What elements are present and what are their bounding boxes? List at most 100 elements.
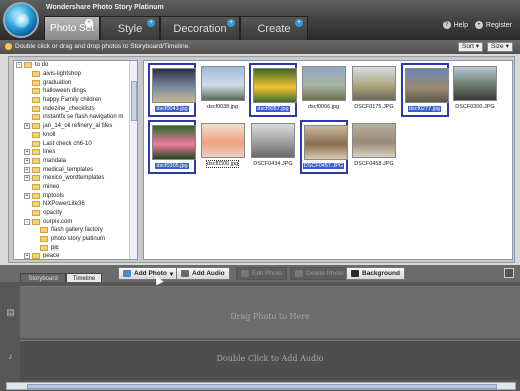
tree-item[interactable]: graduation bbox=[14, 78, 137, 87]
tree-item-label: mptools bbox=[43, 192, 65, 199]
plus-icon: + bbox=[147, 19, 155, 27]
photo-image bbox=[301, 66, 346, 101]
tree-item[interactable]: - to do bbox=[14, 61, 137, 70]
tab-create[interactable]: Create + bbox=[240, 16, 308, 40]
photo-thumbnail[interactable]: dscf0057.jpg bbox=[249, 63, 297, 117]
expand-icon[interactable]: + bbox=[24, 157, 30, 164]
tree-item[interactable]: halloween dings bbox=[14, 87, 137, 96]
tree-item[interactable]: + lines bbox=[14, 148, 137, 157]
sort-dropdown[interactable]: Sort ▾ bbox=[458, 42, 484, 52]
tree-item[interactable]: + mexico_wordtemplates bbox=[14, 174, 137, 183]
folder-tree[interactable]: - to do aivis-lightshop graduation halloween… bbox=[13, 60, 138, 260]
tree-item-label: opacity bbox=[43, 210, 63, 217]
photo-thumbnail[interactable]: dscf0305.jpg bbox=[148, 120, 196, 174]
tree-item[interactable]: happy Family children bbox=[14, 96, 137, 105]
photo-thumbnail[interactable]: dscf0043.jpg bbox=[148, 63, 196, 117]
photo-thumbnail[interactable]: DSCF0457.JPG bbox=[299, 120, 348, 174]
chevron-down-icon: ▾ bbox=[169, 270, 174, 278]
photo-thumbnail[interactable]: dscf0306.jpg bbox=[199, 120, 247, 174]
photo-grid: dscf0043.jpg dscf0038.jpg dscf0057.jpg dscf… bbox=[143, 60, 513, 260]
storyboard-toolbar: Storyboard Timeline Add Photo ▾ Add Audi… bbox=[0, 265, 520, 283]
photo-track[interactable]: Drag Photo to Here bbox=[20, 286, 520, 338]
folder-icon bbox=[32, 253, 40, 259]
tree-item-label: instantfx se flash navigation m bbox=[43, 114, 124, 121]
tree-item[interactable]: - ourpix.com bbox=[14, 217, 137, 226]
tab-decoration[interactable]: Decoration + bbox=[160, 16, 240, 40]
tab-photo-set[interactable]: Photo Set + bbox=[44, 16, 100, 40]
tree-item-label: happy Family children bbox=[43, 97, 102, 104]
add-audio-hint: Double Click to Add Audio bbox=[216, 354, 324, 363]
expand-icon[interactable]: + bbox=[24, 253, 30, 259]
tree-item[interactable]: NXPowerLite36 bbox=[14, 200, 137, 209]
tree-item-label: flash gallery factory bbox=[51, 227, 103, 234]
folder-icon bbox=[32, 183, 40, 190]
tree-item[interactable]: mineo bbox=[14, 183, 137, 192]
photo-thumbnail[interactable]: DSCF0300.JPG bbox=[451, 63, 499, 117]
folder-icon bbox=[40, 227, 48, 234]
tree-item[interactable]: + peace bbox=[14, 252, 137, 259]
photo-image bbox=[152, 68, 196, 103]
expand-icon[interactable]: + bbox=[24, 149, 30, 156]
background-button[interactable]: Background bbox=[346, 267, 405, 280]
collapse-icon[interactable]: - bbox=[16, 62, 22, 69]
tree-item[interactable]: aivis-lightshop bbox=[14, 70, 137, 79]
tree-item[interactable]: + mptools bbox=[14, 191, 137, 200]
photo-thumbnail[interactable]: dscf0038.jpg bbox=[199, 63, 247, 117]
user-icon: • bbox=[474, 21, 483, 29]
collapse-icon[interactable]: - bbox=[24, 218, 30, 225]
tree-scrollbar[interactable] bbox=[129, 61, 137, 259]
size-dropdown[interactable]: Size ▾ bbox=[487, 42, 513, 52]
folder-icon bbox=[32, 71, 40, 78]
tab-style[interactable]: Style + bbox=[100, 16, 160, 40]
plus-icon: + bbox=[295, 19, 303, 27]
delete-photo-button[interactable]: Delete Photo bbox=[290, 267, 349, 280]
photo-thumbnail[interactable]: DSCF0458.JPG bbox=[350, 120, 398, 174]
expand-icon[interactable]: + bbox=[24, 175, 30, 182]
tree-item[interactable]: pic bbox=[14, 243, 137, 252]
tree-item-label: to do bbox=[35, 62, 49, 69]
scrollbar-thumb[interactable] bbox=[131, 81, 137, 121]
add-photo-button[interactable]: Add Photo ▾ bbox=[118, 267, 179, 280]
tree-item-label: medical_templates bbox=[43, 166, 94, 173]
audio-track[interactable]: Double Click to Add Audio bbox=[20, 340, 520, 380]
photo-filename: dscf0066.jpg bbox=[300, 104, 348, 110]
edit-photo-button[interactable]: Edit Photo bbox=[236, 267, 287, 280]
plus-icon: + bbox=[85, 19, 93, 27]
register-button[interactable]: • Register bbox=[474, 21, 512, 29]
tree-item[interactable]: flash gallery factory bbox=[14, 226, 137, 235]
tree-item[interactable]: indezine_checklists bbox=[14, 104, 137, 113]
photo-thumbnail[interactable]: dscf0066.jpg bbox=[300, 63, 348, 117]
scrollbar-thumb[interactable] bbox=[27, 384, 497, 389]
tree-item-label: indezine_checklists bbox=[43, 105, 95, 112]
expand-icon[interactable]: + bbox=[24, 192, 30, 199]
tree-item[interactable]: + medical_templates bbox=[14, 165, 137, 174]
folder-icon bbox=[32, 79, 40, 86]
photo-filename-text: DSCF0434.JPG bbox=[253, 161, 293, 167]
tree-item-label: Last check ch6-10 bbox=[43, 140, 92, 147]
photo-browser: - to do aivis-lightshop graduation halloween… bbox=[8, 56, 515, 263]
lightbulb-icon bbox=[5, 43, 12, 50]
tree-item-label: lines bbox=[43, 149, 56, 156]
tree-item[interactable]: knoll bbox=[14, 131, 137, 140]
storyboard-scrollbar[interactable] bbox=[6, 382, 516, 390]
expand-icon[interactable]: + bbox=[24, 166, 30, 173]
photo-thumbnail[interactable]: DSCF0175.JPG bbox=[350, 63, 398, 117]
tree-item[interactable]: opacity bbox=[14, 209, 137, 218]
edit-icon bbox=[241, 270, 249, 277]
tree-item[interactable]: + mandala bbox=[14, 157, 137, 166]
photo-thumbnail[interactable]: DSCF0434.JPG bbox=[249, 120, 297, 174]
expand-icon[interactable]: + bbox=[24, 123, 30, 130]
photo-thumbnail[interactable]: dscf0277.jpg bbox=[400, 63, 449, 117]
folder-icon bbox=[40, 244, 48, 251]
tree-item[interactable]: instantfx se flash navigation m bbox=[14, 113, 137, 122]
tree-item[interactable]: Last check ch6-10 bbox=[14, 139, 137, 148]
tree-item[interactable]: + jan_14_oil refinery_ai files bbox=[14, 122, 137, 131]
tree-item[interactable]: photo story platinum bbox=[14, 235, 137, 244]
photo-filename-text: dscf0038.jpg bbox=[206, 104, 239, 110]
photo-filename: DSCF0300.JPG bbox=[451, 104, 499, 110]
expand-icon[interactable] bbox=[504, 268, 514, 278]
photo-filename-text: DSCF0175.JPG bbox=[354, 104, 394, 110]
help-button[interactable]: ? Help bbox=[442, 21, 468, 29]
add-audio-button[interactable]: Add Audio bbox=[176, 267, 230, 280]
photo-filename-text: dscf0057.jpg bbox=[256, 106, 290, 112]
